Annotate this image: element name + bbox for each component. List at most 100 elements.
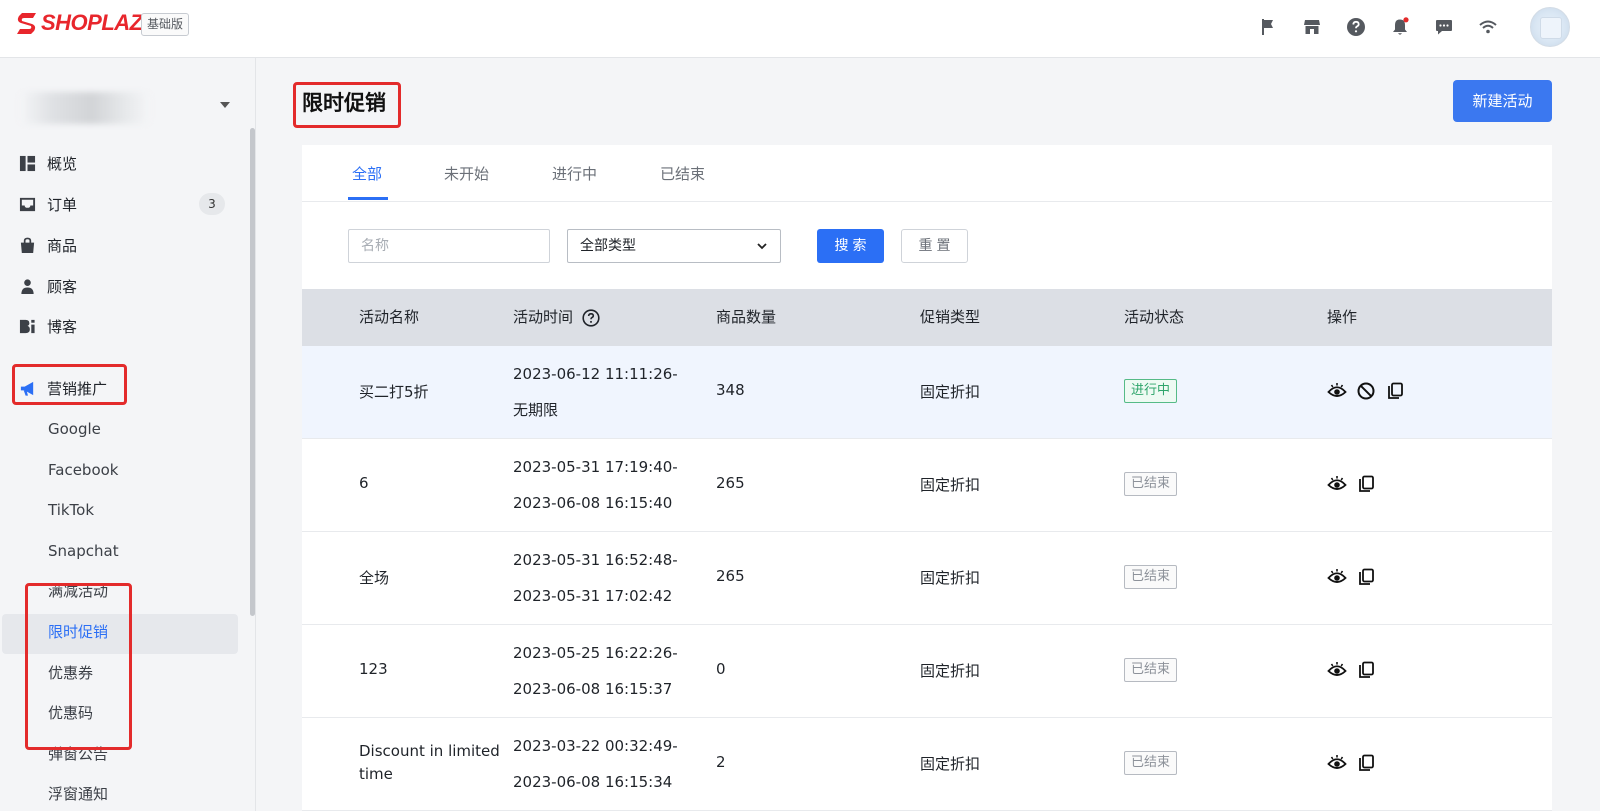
blog-icon <box>18 317 36 335</box>
product-count: 0 <box>716 660 726 678</box>
view-icon[interactable] <box>1327 567 1347 587</box>
product-count: 2 <box>716 753 726 771</box>
nav-item-orders[interactable]: 订单 3 <box>18 189 243 219</box>
user-avatar[interactable] <box>1530 7 1570 47</box>
sub-item-flash-sale[interactable]: 限时促销 <box>48 617 108 647</box>
nav-label: 博客 <box>47 317 78 336</box>
product-count: 265 <box>716 567 745 585</box>
column-header: 促销类型 <box>920 308 981 326</box>
disable-icon[interactable] <box>1356 381 1376 401</box>
megaphone-icon <box>18 379 36 397</box>
view-icon[interactable] <box>1327 753 1347 773</box>
time-start: 2023-05-25 16:22:26- <box>513 644 678 662</box>
flag-icon[interactable] <box>1256 15 1280 39</box>
help-icon[interactable] <box>1344 15 1368 39</box>
status-badge: 已结束 <box>1124 658 1178 682</box>
bag-icon <box>18 236 36 254</box>
sub-item-tiktok[interactable]: TikTok <box>48 495 94 525</box>
table-row[interactable]: 买二打5折 2023-06-12 11:11:26- 无期限 348 固定折扣 … <box>302 346 1552 439</box>
person-icon <box>18 277 36 295</box>
table-row[interactable]: 全场 2023-05-31 16:52:48- 2023-05-31 17:02… <box>302 532 1552 625</box>
inbox-icon <box>18 195 36 213</box>
chevron-down-icon <box>757 243 767 250</box>
status-badge: 进行中 <box>1124 379 1178 403</box>
orders-count-badge: 3 <box>199 193 225 215</box>
chat-icon[interactable] <box>1432 15 1456 39</box>
help-circle-icon[interactable] <box>582 308 600 327</box>
promo-type: 固定折扣 <box>920 383 981 401</box>
table-header: 活动名称 活动时间 商品数量 促销类型 活动状态 操作 <box>302 289 1552 346</box>
view-icon[interactable] <box>1327 474 1347 494</box>
tab-ended[interactable]: 已结束 <box>660 163 705 184</box>
sub-item-facebook[interactable]: Facebook <box>48 455 118 485</box>
promo-type: 固定折扣 <box>920 755 981 773</box>
table-row[interactable]: Discount in limited time 2023-03-22 00:3… <box>302 718 1552 811</box>
activity-name: 6 <box>359 474 369 492</box>
product-count: 348 <box>716 381 745 399</box>
sidebar: 概览 订单 3 商品 顾客 博客 营销推广 Google Facebook Ti… <box>0 58 256 811</box>
time-end: 2023-05-31 17:02:42 <box>513 587 673 605</box>
time-end: 无期限 <box>513 401 559 419</box>
bell-icon[interactable] <box>1388 15 1412 39</box>
page-title: 限时促销 <box>302 91 386 115</box>
sub-item-floating-notice[interactable]: 浮窗通知 <box>48 779 108 809</box>
nav-label: 商品 <box>47 236 78 255</box>
nav-label: 订单 <box>47 195 78 214</box>
nav-item-products[interactable]: 商品 <box>18 230 243 260</box>
sub-item-snapchat[interactable]: Snapchat <box>48 536 119 566</box>
store-switcher[interactable] <box>16 86 236 130</box>
row-actions <box>1327 474 1385 494</box>
column-header: 活动时间 <box>513 308 574 326</box>
nav-item-customers[interactable]: 顾客 <box>18 271 243 301</box>
view-icon[interactable] <box>1327 381 1347 401</box>
row-actions <box>1327 660 1385 680</box>
copy-icon[interactable] <box>1356 660 1376 680</box>
activity-name: 买二打5折 <box>359 383 429 401</box>
column-header-time: 活动时间 <box>513 289 600 346</box>
tab-in-progress[interactable]: 进行中 <box>552 163 597 184</box>
logo-icon <box>17 13 36 34</box>
nav-item-marketing[interactable]: 营销推广 <box>18 373 243 403</box>
nav-label: 顾客 <box>47 277 78 296</box>
search-button[interactable]: 搜索 <box>817 229 884 263</box>
copy-icon[interactable] <box>1356 567 1376 587</box>
sub-item-google[interactable]: Google <box>48 414 101 444</box>
copy-icon[interactable] <box>1356 474 1376 494</box>
promo-type: 固定折扣 <box>920 476 981 494</box>
sub-item-discount-code[interactable]: 优惠码 <box>48 698 93 728</box>
reset-button[interactable]: 重置 <box>901 229 968 263</box>
row-actions <box>1327 753 1385 773</box>
status-tabs: 全部 未开始 进行中 已结束 <box>302 145 1552 202</box>
table-row[interactable]: 123 2023-05-25 16:22:26- 2023-06-08 16:1… <box>302 625 1552 718</box>
type-select-value: 全部类型 <box>580 238 636 254</box>
nav-item-overview[interactable]: 概览 <box>18 148 243 178</box>
sub-item-popup[interactable]: 弹窗公告 <box>48 739 108 769</box>
name-search-input[interactable] <box>348 229 550 263</box>
status-badge: 已结束 <box>1124 565 1178 589</box>
sub-item-coupon[interactable]: 优惠券 <box>48 658 93 688</box>
new-activity-button[interactable]: 新建活动 <box>1453 80 1552 122</box>
column-header: 活动状态 <box>1124 308 1185 326</box>
sidebar-scrollbar[interactable] <box>250 128 255 616</box>
status-badge: 已结束 <box>1124 751 1178 775</box>
type-select[interactable]: 全部类型 <box>567 229 781 263</box>
view-icon[interactable] <box>1327 660 1347 680</box>
wifi-icon[interactable] <box>1476 15 1500 39</box>
time-end: 2023-06-08 16:15:37 <box>513 680 673 698</box>
row-actions <box>1327 381 1414 401</box>
tab-not-started[interactable]: 未开始 <box>444 163 489 184</box>
nav-item-blog[interactable]: 博客 <box>18 311 243 341</box>
time-start: 2023-03-22 00:32:49- <box>513 737 678 755</box>
row-actions <box>1327 567 1385 587</box>
tab-all[interactable]: 全部 <box>352 163 382 184</box>
store-name-blurred <box>20 92 150 124</box>
sub-item-full-reduction[interactable]: 满减活动 <box>48 576 108 606</box>
table-row[interactable]: 6 2023-05-31 17:19:40- 2023-06-08 16:15:… <box>302 439 1552 532</box>
copy-icon[interactable] <box>1356 753 1376 773</box>
copy-icon[interactable] <box>1385 381 1405 401</box>
time-end: 2023-06-08 16:15:34 <box>513 773 673 791</box>
caret-down-icon <box>220 102 230 108</box>
time-start: 2023-05-31 16:52:48- <box>513 551 678 569</box>
store-icon[interactable] <box>1300 15 1324 39</box>
activity-time: 2023-05-25 16:22:26- 2023-06-08 16:15:37 <box>513 635 678 707</box>
